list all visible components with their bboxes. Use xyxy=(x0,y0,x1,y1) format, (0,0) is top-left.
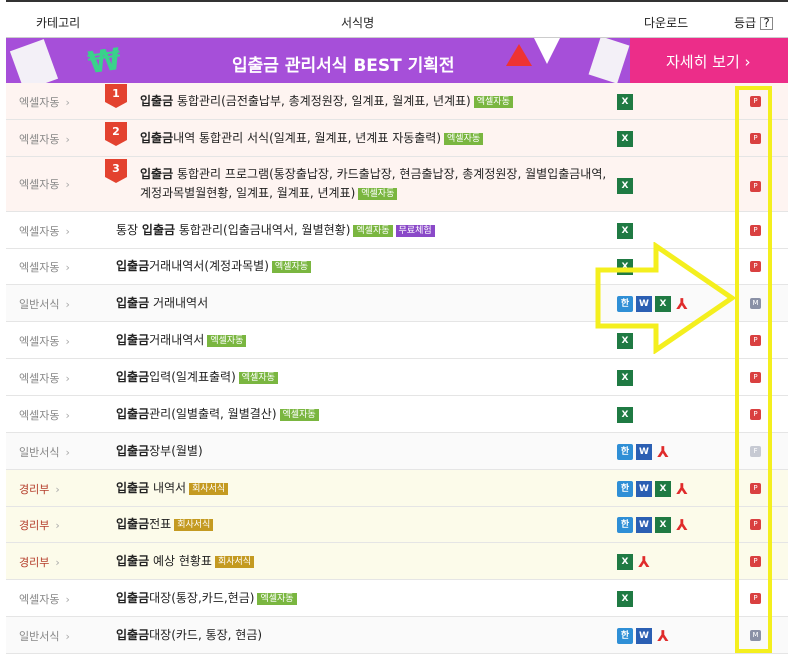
header-name: 서식명 xyxy=(341,16,375,30)
table-row[interactable]: 경리부 › 입출금 내역서 회사서식 한 W X ⅄ P xyxy=(6,470,788,507)
pdf-icon[interactable]: ⅄ xyxy=(655,444,671,460)
form-title-link[interactable]: 입출금거래내역서 엑셀자동 xyxy=(116,331,247,350)
header-grade: 등급? xyxy=(734,14,774,31)
table-row[interactable]: 일반서식 › 입출금장부(월별) 한 W ⅄ F xyxy=(6,433,788,470)
excel-icon[interactable]: X xyxy=(617,407,633,423)
tag-badge: 엑셀자동 xyxy=(358,188,398,200)
rank-badge: 2 xyxy=(105,122,127,146)
tag-badge: 엑셀자동 xyxy=(238,372,278,384)
form-title-link[interactable]: 입출금 내역서 회사서식 xyxy=(116,479,229,498)
category-link[interactable]: 일반서식 › xyxy=(19,296,70,312)
tag-badge: 엑셀자동 xyxy=(473,96,513,108)
hwp-icon[interactable]: 한 xyxy=(617,517,633,533)
best-banner[interactable]: ₩ 입출금 관리서식 BEST 기획전 자세히 보기 › xyxy=(6,38,788,83)
excel-icon[interactable]: X xyxy=(617,370,633,386)
category-link[interactable]: 일반서식 › xyxy=(19,628,70,644)
form-title-link[interactable]: 입출금관리(일별출력, 월별결산) 엑셀자동 xyxy=(116,405,319,424)
tag-badge: 회사서식 xyxy=(174,519,214,531)
table-row[interactable]: 엑셀자동 › 1 입출금 통합관리(금전출납부, 총계정원장, 일계표, 월계표,… xyxy=(6,83,788,120)
excel-icon[interactable]: X xyxy=(617,223,633,239)
category-link[interactable]: 엑셀자동 › xyxy=(19,223,70,239)
category-link[interactable]: 경리부 › xyxy=(19,554,60,570)
up-arrow-icon xyxy=(506,44,532,66)
form-title-link[interactable]: 입출금대장(통장,카드,현금) 엑셀자동 xyxy=(116,589,297,608)
category-link[interactable]: 엑셀자동 › xyxy=(19,333,70,349)
excel-icon[interactable]: X xyxy=(617,94,633,110)
table-row[interactable]: 경리부 › 입출금 예상 현황표 회사서식 X ⅄ P xyxy=(6,543,788,580)
category-link[interactable]: 엑셀자동 › xyxy=(19,407,70,423)
table-row[interactable]: 엑셀자동 › 입출금대장(통장,카드,현금) 엑셀자동 X P xyxy=(6,580,788,617)
form-title-link[interactable]: 입출금입력(일계표출력) 엑셀자동 xyxy=(116,368,278,387)
category-link[interactable]: 엑셀자동 › xyxy=(19,259,70,275)
tag-badge: 엑셀자동 xyxy=(257,593,297,605)
tag-badge: 엑셀자동 xyxy=(444,133,484,145)
category-link[interactable]: 경리부 › xyxy=(19,517,60,533)
excel-icon[interactable]: X xyxy=(617,131,633,147)
pdf-icon[interactable]: ⅄ xyxy=(655,628,671,644)
form-title-link[interactable]: 입출금대장(카드, 통장, 현금) xyxy=(116,626,262,645)
table-header: 카테고리 서식명 다운로드 등급? xyxy=(6,0,788,38)
excel-icon[interactable]: X xyxy=(617,554,633,570)
pdf-icon[interactable]: ⅄ xyxy=(636,554,652,570)
category-link[interactable]: 일반서식 › xyxy=(19,444,70,460)
header-download: 다운로드 xyxy=(644,16,689,30)
excel-icon[interactable]: X xyxy=(655,517,671,533)
tag-badge: 엑셀자동 xyxy=(271,261,312,273)
header-grade-label: 등급 xyxy=(734,16,757,30)
form-title-link[interactable]: 입출금장부(월별) xyxy=(116,442,203,461)
form-title-link[interactable]: 입출금전표 회사서식 xyxy=(116,515,214,534)
form-title-link[interactable]: 통장 입출금 통합관리(입출금내역서, 월별현황) 엑셀자동 무료체험 xyxy=(116,221,435,240)
tag-badge: 엑셀자동 xyxy=(279,409,319,421)
won-deco-icon: ₩ xyxy=(85,41,124,82)
word-icon[interactable]: W xyxy=(636,517,652,533)
document-deco-icon xyxy=(9,39,59,83)
banner-detail-button[interactable]: 자세히 보기 › xyxy=(630,38,788,83)
rank-badge: 1 xyxy=(105,84,127,108)
form-title-link[interactable]: 입출금 통합관리(금전출납부, 총계정원장, 일계표, 월계표, 년계표) 엑셀자… xyxy=(140,92,513,111)
tag-badge: 엑셀자동 xyxy=(207,335,247,347)
highlight-arrow-icon xyxy=(595,242,737,354)
grade-highlight-box xyxy=(735,86,772,653)
category-link[interactable]: 엑셀자동 › xyxy=(19,94,70,110)
form-title-link[interactable]: 입출금 거래내역서 xyxy=(116,294,208,313)
pdf-icon[interactable]: ⅄ xyxy=(674,517,690,533)
form-title-link[interactable]: 입출금 통합관리 프로그램(통장출납장, 카드출납장, 현금출납장, 총계정원장… xyxy=(140,165,610,203)
category-link[interactable]: 엑셀자동 › xyxy=(19,370,70,386)
document-deco-icon xyxy=(588,38,630,83)
excel-icon[interactable]: X xyxy=(617,178,633,194)
tag-badge: 회사서식 xyxy=(214,556,255,568)
word-icon[interactable]: W xyxy=(636,444,652,460)
excel-icon[interactable]: X xyxy=(655,481,671,497)
pdf-icon[interactable]: ⅄ xyxy=(674,481,690,497)
down-arrow-icon xyxy=(534,38,560,64)
tag-badge: 회사서식 xyxy=(189,483,229,495)
table-row[interactable]: 일반서식 › 입출금대장(카드, 통장, 현금) 한 W ⅄ M xyxy=(6,617,788,654)
grade-help-icon[interactable]: ? xyxy=(760,17,774,30)
free-trial-badge: 무료체험 xyxy=(395,225,435,237)
table-row[interactable]: 엑셀자동 › 2 입출금내역 통합관리 서식(일계표, 월계표, 년계표 자동출력… xyxy=(6,120,788,157)
category-link[interactable]: 엑셀자동 › xyxy=(19,591,70,607)
table-row[interactable]: 엑셀자동 › 3 입출금 통합관리 프로그램(통장출납장, 카드출납장, 현금출납… xyxy=(6,157,788,212)
form-title-link[interactable]: 입출금내역 통합관리 서식(일계표, 월계표, 년계표 자동출력) 엑셀자동 xyxy=(140,129,484,148)
category-link[interactable]: 엑셀자동 › xyxy=(19,131,70,147)
category-link[interactable]: 엑셀자동 › xyxy=(19,176,70,192)
excel-icon[interactable]: X xyxy=(617,591,633,607)
form-title-link[interactable]: 입출금거래내역서(계정과목별) 엑셀자동 xyxy=(116,257,312,276)
hwp-icon[interactable]: 한 xyxy=(617,628,633,644)
category-link[interactable]: 경리부 › xyxy=(19,481,60,497)
form-title-link[interactable]: 입출금 예상 현황표 회사서식 xyxy=(116,552,255,571)
word-icon[interactable]: W xyxy=(636,628,652,644)
hwp-icon[interactable]: 한 xyxy=(617,481,633,497)
banner-title: 입출금 관리서식 BEST 기획전 xyxy=(232,56,455,76)
word-icon[interactable]: W xyxy=(636,481,652,497)
hwp-icon[interactable]: 한 xyxy=(617,444,633,460)
table-row[interactable]: 엑셀자동 › 입출금관리(일별출력, 월별결산) 엑셀자동 X P xyxy=(6,396,788,433)
rank-badge: 3 xyxy=(105,159,127,183)
table-row[interactable]: 경리부 › 입출금전표 회사서식 한 W X ⅄ P xyxy=(6,507,788,543)
tag-badge: 엑셀자동 xyxy=(353,225,393,237)
header-category: 카테고리 xyxy=(36,16,81,30)
table-row[interactable]: 엑셀자동 › 입출금입력(일계표출력) 엑셀자동 X P xyxy=(6,359,788,396)
